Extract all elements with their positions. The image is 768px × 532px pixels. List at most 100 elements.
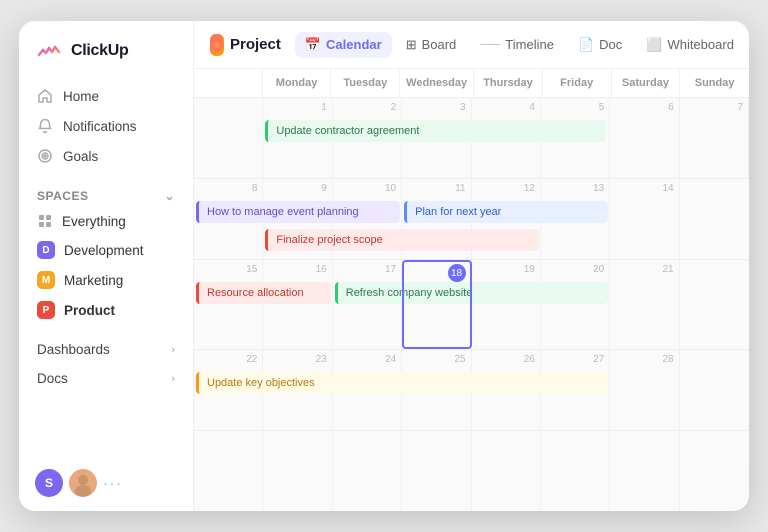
whiteboard-tab-icon: ⬜ [646, 37, 662, 53]
user-avatar-icon [69, 469, 97, 497]
event-resource-allocation[interactable]: Resource allocation [196, 282, 331, 304]
day-number: 22 [199, 354, 257, 365]
top-nav: Project 📅 Calendar ⊞ Board —— Timeline 📄… [194, 21, 749, 69]
day-cell: 17 [333, 260, 402, 349]
sidebar-bottom: Dashboards › Docs › [19, 335, 193, 393]
day-cell [263, 431, 332, 511]
sidebar-item-notifications[interactable]: Notifications [27, 111, 185, 141]
header-empty [194, 69, 263, 97]
header-friday: Friday [543, 69, 612, 97]
sidebar-item-marketing[interactable]: M Marketing [27, 265, 185, 295]
project-logo-icon [210, 38, 224, 52]
header-thursday: Thursday [474, 69, 543, 97]
calendar-tab-icon: 📅 [305, 37, 321, 53]
tab-calendar[interactable]: 📅 Calendar [295, 32, 392, 58]
day-number: 4 [477, 102, 535, 113]
marketing-badge: M [37, 271, 55, 289]
sidebar: ClickUp Home Notifications [19, 21, 194, 511]
tab-board[interactable]: ⊞ Board [396, 32, 467, 58]
event-finalize-scope[interactable]: Finalize project scope [265, 229, 539, 251]
app-container: ClickUp Home Notifications [19, 21, 749, 511]
day-cell [194, 431, 263, 511]
day-number: 16 [268, 264, 326, 275]
day-number: 20 [546, 264, 604, 275]
day-number: 1 [268, 102, 326, 113]
day-cell: 19 [472, 260, 541, 349]
avatar-photo[interactable] [69, 469, 97, 497]
event-manage-event[interactable]: How to manage event planning [196, 201, 400, 223]
day-cell: 6 [610, 98, 679, 178]
day-number: 10 [338, 183, 396, 194]
week-row-4: 22 23 24 25 26 27 28 Update key objectiv… [194, 350, 749, 431]
day-cell: 7 [680, 98, 749, 178]
day-number: 8 [199, 183, 257, 194]
day-number: 21 [615, 264, 673, 275]
doc-tab-icon: 📄 [578, 37, 594, 53]
day-cell: 20 [541, 260, 610, 349]
day-number: 11 [407, 183, 465, 194]
day-cell: 14 [610, 179, 679, 259]
more-dots[interactable]: ··· [103, 475, 123, 491]
day-number: 17 [338, 264, 396, 275]
day-number: 23 [268, 354, 326, 365]
sidebar-nav: Home Notifications Goals [19, 81, 193, 171]
logo[interactable]: ClickUp [19, 37, 193, 81]
sidebar-item-home[interactable]: Home [27, 81, 185, 111]
header-wednesday: Wednesday [400, 69, 474, 97]
today-number: 18 [448, 264, 466, 282]
product-badge: P [37, 301, 55, 319]
day-number: 6 [615, 102, 673, 113]
calendar-area[interactable]: Monday Tuesday Wednesday Thursday Friday… [194, 69, 749, 511]
day-cell [194, 98, 263, 178]
day-number: 15 [199, 264, 257, 275]
day-cell [541, 431, 610, 511]
header-tuesday: Tuesday [331, 69, 400, 97]
week-row-5 [194, 431, 749, 511]
avatar-s[interactable]: S [35, 469, 63, 497]
spaces-section: Spaces ⌄ Everything D Development [19, 185, 193, 325]
avatar-row: S ··· [19, 459, 193, 501]
main-content: Project 📅 Calendar ⊞ Board —— Timeline 📄… [194, 21, 749, 511]
day-cell [333, 431, 402, 511]
day-number: 3 [407, 102, 465, 113]
sidebar-item-everything[interactable]: Everything [27, 207, 185, 235]
tab-whiteboard[interactable]: ⬜ Whiteboard [636, 32, 744, 58]
day-number: 2 [338, 102, 396, 113]
event-update-contractor[interactable]: Update contractor agreement [265, 120, 606, 142]
day-cell [610, 431, 679, 511]
sidebar-item-goals[interactable]: Goals [27, 141, 185, 171]
day-number: 25 [407, 354, 465, 365]
clickup-logo-icon [35, 37, 63, 65]
day-cell [472, 431, 541, 511]
chevron-down-icon[interactable]: ⌄ [164, 189, 175, 203]
week-row-2: 8 9 10 11 12 13 14 How to manage event p… [194, 179, 749, 260]
calendar-grid: Monday Tuesday Wednesday Thursday Friday… [194, 69, 749, 511]
target-icon [37, 148, 53, 164]
event-plan-next-year[interactable]: Plan for next year [404, 201, 608, 223]
sidebar-item-development[interactable]: D Development [27, 235, 185, 265]
day-number: 26 [477, 354, 535, 365]
calendar-header: Monday Tuesday Wednesday Thursday Friday… [194, 69, 749, 98]
day-cell: 21 [610, 260, 679, 349]
tab-doc[interactable]: 📄 Doc [568, 32, 632, 58]
day-number: 28 [615, 354, 673, 365]
day-number: 27 [546, 354, 604, 365]
day-number: 9 [268, 183, 326, 194]
project-title: Project [230, 36, 281, 53]
sidebar-item-product[interactable]: P Product [27, 295, 185, 325]
app-name: ClickUp [71, 42, 128, 60]
timeline-tab-icon: —— [480, 39, 500, 50]
day-cell: 15 [194, 260, 263, 349]
day-number: 13 [546, 183, 604, 194]
day-number: 24 [338, 354, 396, 365]
tab-timeline[interactable]: —— Timeline [470, 32, 564, 57]
grid-icon [37, 213, 53, 229]
day-cell [402, 431, 471, 511]
sidebar-item-dashboards[interactable]: Dashboards › [27, 335, 185, 364]
chevron-right-icon: › [171, 344, 175, 356]
event-update-key-objectives[interactable]: Update key objectives [196, 372, 608, 394]
event-refresh-website[interactable]: Refresh company website [335, 282, 609, 304]
sidebar-item-docs[interactable]: Docs › [27, 364, 185, 393]
header-saturday: Saturday [612, 69, 681, 97]
week-row-3: 15 16 17 18 19 20 21 Resource allocation… [194, 260, 749, 350]
